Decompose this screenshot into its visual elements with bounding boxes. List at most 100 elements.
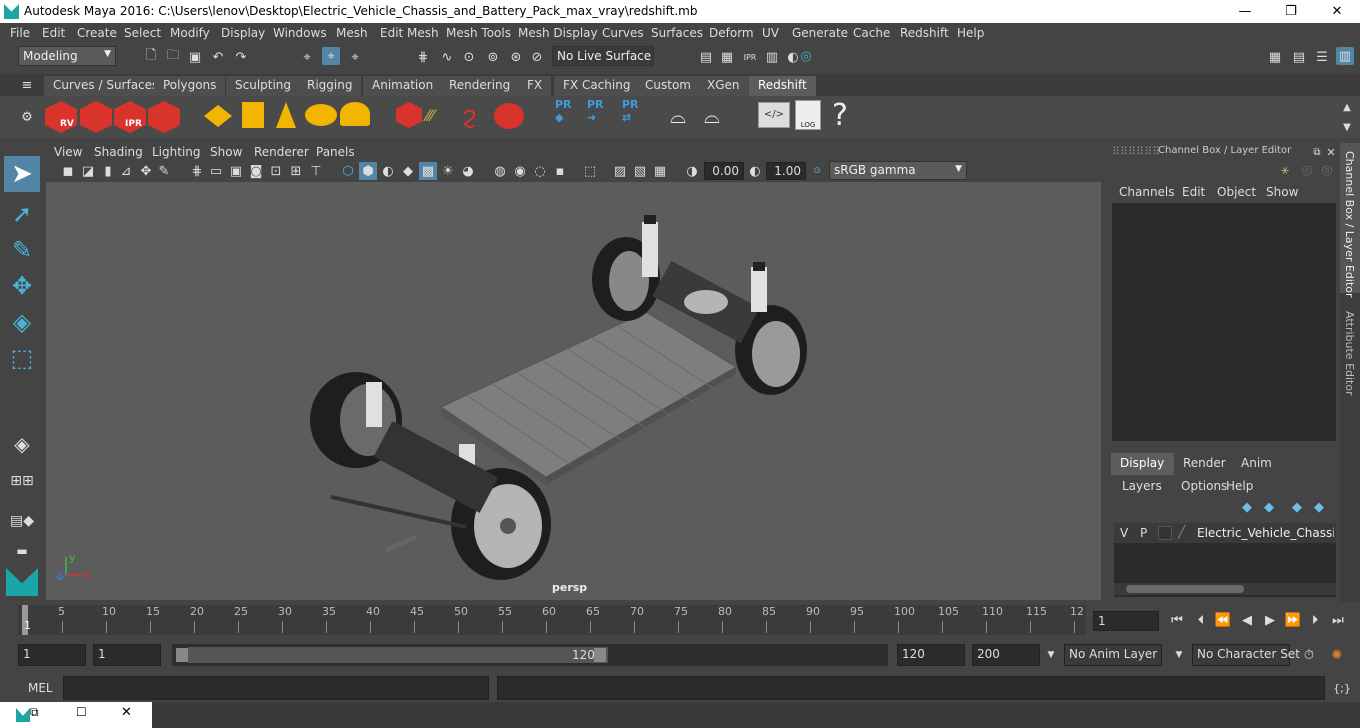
menu-create[interactable]: Create	[77, 26, 117, 40]
layer-menu-options[interactable]: Options	[1181, 479, 1227, 493]
layer-menu-help[interactable]: Help	[1226, 479, 1253, 493]
open-scene-icon[interactable]: 🗀	[164, 48, 182, 66]
shelf-gear-icon[interactable]: ⚙	[18, 108, 36, 126]
playback-start-field[interactable]: 1	[93, 644, 161, 666]
mel-label[interactable]: MEL	[28, 681, 53, 695]
layer-tab-anim[interactable]: Anim	[1232, 453, 1282, 475]
time-slider[interactable]: 1 5 10 15 20 25 30 35 40 45 50 55 60 65 70 75 80 85 90 95 1…	[0, 603, 1360, 637]
step-forward-key-icon[interactable]: ⏩	[1284, 611, 1302, 629]
go-to-end-icon[interactable]: ⏭	[1329, 611, 1347, 629]
command-input[interactable]	[63, 676, 489, 700]
rs-curve-icon[interactable]: ϩ	[462, 101, 490, 131]
snap-surface-icon[interactable]: ⊛	[507, 48, 525, 66]
play-forward-icon[interactable]: ▶	[1261, 611, 1279, 629]
go-to-start-icon[interactable]: ⏮	[1168, 611, 1186, 629]
undo-icon[interactable]: ↶	[209, 48, 227, 66]
menu-mesh-display[interactable]: Mesh Display	[518, 26, 598, 40]
bookmark-icon[interactable]: ▮	[99, 162, 117, 180]
menu-uv[interactable]: UV	[762, 26, 779, 40]
mode-dropdown[interactable]: Modeling ▼	[18, 46, 116, 66]
xray-components-icon[interactable]: ▦	[651, 162, 669, 180]
gamma-icon[interactable]: ◐	[746, 162, 764, 180]
menu-select[interactable]: Select	[124, 26, 161, 40]
smooth-shade-icon[interactable]: ⬢	[359, 162, 377, 180]
render-settings-icon[interactable]: ▤	[697, 48, 715, 66]
camera-icon[interactable]: ◼	[59, 162, 77, 180]
channel-lock-icon[interactable]: ◎	[1318, 161, 1336, 179]
channel-filter-icon[interactable]: ⚹	[1276, 161, 1294, 179]
field-chart-icon[interactable]: ⊡	[267, 162, 285, 180]
rs-dome-light-icon[interactable]	[305, 104, 337, 126]
move-layer-up-icon[interactable]: ◆	[1288, 498, 1306, 516]
menu-help[interactable]: Help	[957, 26, 984, 40]
xray-icon[interactable]: ▨	[611, 162, 629, 180]
exposure-icon[interactable]: ◑	[683, 162, 701, 180]
menu-modify[interactable]: Modify	[170, 26, 210, 40]
snap-grid-icon[interactable]: ⋕	[414, 48, 432, 66]
rs-pr-export-icon[interactable]: PR ◆	[555, 98, 572, 124]
wire-on-shaded-icon[interactable]: ◐	[379, 162, 397, 180]
shelf-scroll-down-icon[interactable]: ▼	[1338, 118, 1356, 136]
render-globals-icon[interactable]: ◎	[797, 47, 815, 65]
play-backward-icon[interactable]: ◀	[1238, 611, 1256, 629]
character-set-chevron-icon[interactable]: ▼	[1170, 646, 1188, 664]
checker-icon[interactable]: ▩	[419, 162, 437, 180]
resolution-gate-icon[interactable]: ▣	[227, 162, 245, 180]
rs-sun-sky-icon[interactable]	[340, 102, 370, 126]
shelf-tab-fx-caching[interactable]: FX Caching	[554, 76, 640, 96]
menu-redshift[interactable]: Redshift	[900, 26, 949, 40]
lasso-tool-icon[interactable]: ➚	[4, 196, 40, 232]
anim-preferences-icon[interactable]: ✺	[1328, 646, 1346, 664]
script-editor-icon[interactable]: {;}	[1333, 679, 1351, 697]
range-handle-left[interactable]	[176, 648, 188, 662]
antialias-icon[interactable]: ◌	[531, 162, 549, 180]
shelf-tab-rendering[interactable]: Rendering	[440, 76, 520, 96]
range-handle-right[interactable]	[594, 648, 606, 662]
render-view-icon[interactable]: ▥	[763, 48, 781, 66]
layer-visibility-toggle[interactable]: V	[1120, 526, 1128, 540]
tool-settings-icon[interactable]: ☰	[1313, 48, 1331, 66]
step-back-key-icon[interactable]: ⏪	[1214, 611, 1232, 629]
layer-tab-render[interactable]: Render	[1174, 453, 1232, 475]
rs-hair-icon[interactable]: ⁄⁄⁄	[426, 106, 456, 128]
rs-ies-light-icon[interactable]	[276, 102, 296, 128]
rs-portal-light-icon[interactable]	[242, 102, 264, 128]
vp-menu-panels[interactable]: Panels	[316, 145, 355, 159]
outliner-layout-icon[interactable]: ▤◆	[4, 506, 40, 536]
select-hierarchy-icon[interactable]: ⌖	[298, 48, 316, 66]
menu-edit-mesh[interactable]: Edit Mesh	[380, 26, 439, 40]
new-layer-selected-icon[interactable]: ◆	[1260, 498, 1278, 516]
menu-curves[interactable]: Curves	[602, 26, 644, 40]
menu-generate[interactable]: Generate	[792, 26, 848, 40]
layer-tab-display[interactable]: Display	[1111, 453, 1174, 475]
motion-blur-icon[interactable]: ◉	[511, 162, 529, 180]
safe-title-icon[interactable]: ⊤	[307, 162, 325, 180]
new-layer-icon[interactable]: ◆	[1238, 498, 1256, 516]
current-frame-field[interactable]: 1	[1093, 611, 1159, 631]
drag-handle-icon[interactable]: ⠿⠿⠿⠿⠿⠿	[1112, 145, 1160, 158]
maya-home-icon[interactable]	[6, 568, 38, 596]
rotate-tool-icon[interactable]: ◈	[4, 304, 40, 340]
rs-sphere-icon[interactable]	[494, 103, 524, 129]
scale-tool-icon[interactable]: ⬚	[4, 340, 40, 376]
menu-windows[interactable]: Windows	[273, 26, 327, 40]
anim-layer-field[interactable]: No Anim Layer	[1064, 644, 1162, 666]
side-tab-channel-box[interactable]: Channel Box / Layer Editor	[1340, 143, 1360, 298]
menu-cache[interactable]: Cache	[853, 26, 890, 40]
maximize-icon[interactable]: ☐	[76, 705, 87, 719]
lights-icon[interactable]: ☀	[439, 162, 457, 180]
menu-file[interactable]: File	[10, 26, 30, 40]
snap-curve-icon[interactable]: ∿	[438, 48, 456, 66]
layer-color-swatch[interactable]	[1158, 526, 1172, 540]
shelf-tab-xgen[interactable]: XGen	[698, 76, 749, 96]
color-management-icon[interactable]: ⊙	[808, 162, 826, 180]
channel-box-toggle-icon[interactable]: ▥	[1336, 47, 1354, 65]
gate-mask-icon[interactable]: ◙	[247, 162, 265, 180]
minimize-button[interactable]: —	[1222, 0, 1268, 23]
maximize-button[interactable]: ❐	[1268, 0, 1314, 23]
wireframe-icon[interactable]: ⬡	[339, 162, 357, 180]
character-set-field[interactable]: No Character Set	[1192, 644, 1300, 666]
close-panel-icon[interactable]: ✕	[1322, 143, 1340, 161]
range-slider[interactable]: 1 120	[172, 644, 888, 666]
select-component-icon[interactable]: ⌖	[346, 48, 364, 66]
